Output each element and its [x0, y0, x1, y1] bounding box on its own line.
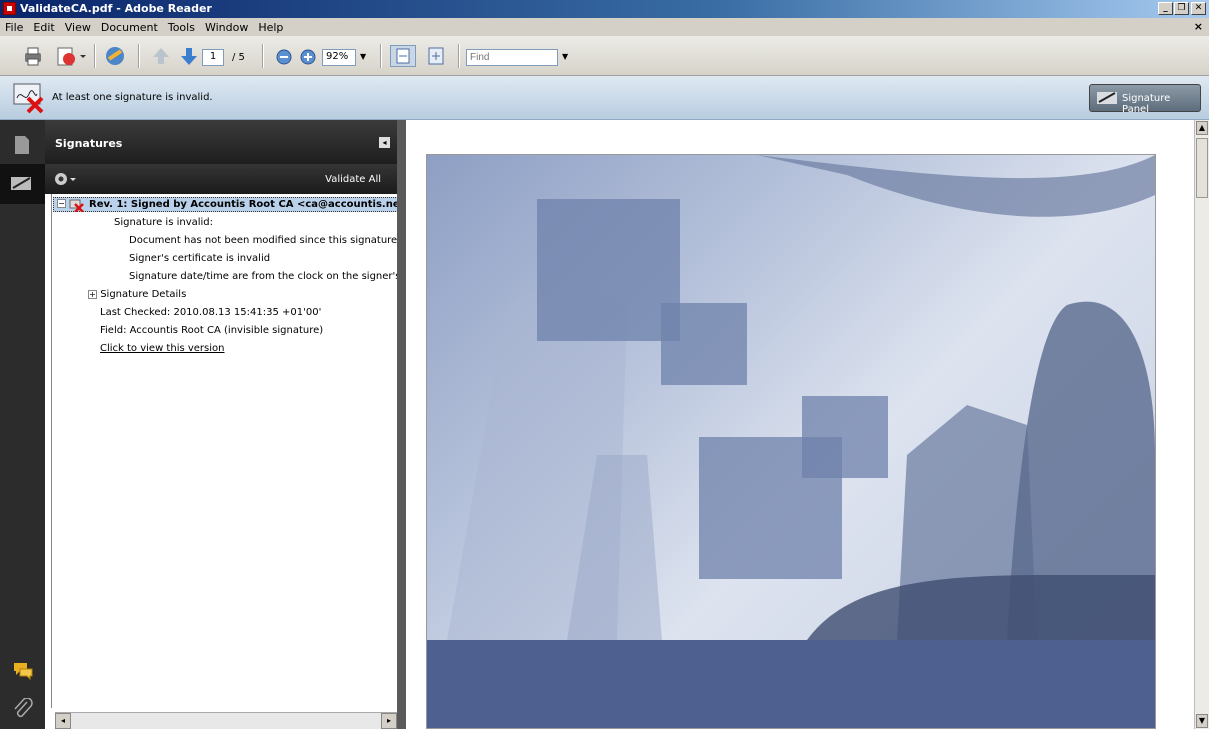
- scroll-down-icon[interactable]: ▼: [1196, 714, 1208, 728]
- signature-panel-label: Signature Panel: [1122, 93, 1171, 115]
- restore-button[interactable]: ❐: [1174, 2, 1189, 15]
- signatures-panel: Signatures ◂ Validate All − Rev. 1: Sign…: [45, 120, 397, 729]
- horizontal-scrollbar[interactable]: ◂ ▸: [55, 712, 397, 729]
- find-input[interactable]: [466, 49, 558, 66]
- menu-help[interactable]: Help: [253, 18, 288, 34]
- zoom-level-input[interactable]: 92%: [322, 49, 356, 66]
- zoom-in-icon[interactable]: [298, 45, 318, 67]
- menu-view[interactable]: View: [60, 18, 96, 34]
- menu-edit[interactable]: Edit: [28, 18, 59, 34]
- print-icon[interactable]: [22, 45, 44, 67]
- next-page-icon[interactable]: [178, 45, 200, 67]
- page-total: / 5: [232, 52, 245, 63]
- toolbar-separator: [458, 44, 460, 68]
- signatures-nav-button[interactable]: [0, 164, 45, 204]
- decorative-square: [802, 396, 888, 478]
- panel-toolbar: Validate All: [45, 164, 397, 194]
- panel-title: Signatures: [55, 137, 123, 150]
- signature-panel-button[interactable]: Signature Panel: [1089, 84, 1201, 115]
- scroll-up-icon[interactable]: ▲: [1196, 121, 1208, 135]
- validate-all-button[interactable]: Validate All: [325, 174, 381, 185]
- collaborate-icon[interactable]: [104, 45, 128, 67]
- scroll-thumb[interactable]: [1196, 138, 1208, 198]
- minimize-button[interactable]: _: [1158, 2, 1173, 15]
- scroll-right-icon[interactable]: ▸: [381, 713, 397, 729]
- signature-pen-icon: [1096, 90, 1120, 109]
- menu-window[interactable]: Window: [200, 18, 253, 34]
- expand-toggle-icon[interactable]: +: [88, 289, 97, 299]
- signature-field: Field: Accountis Root CA (invisible sign…: [100, 325, 324, 336]
- pages-icon[interactable]: [12, 134, 32, 156]
- menu-bar: File Edit View Document Tools Window Help ×: [0, 18, 1209, 36]
- signature-status-text: At least one signature is invalid.: [52, 92, 213, 103]
- adobe-reader-icon: [3, 2, 16, 15]
- detail-item: Signature date/time are from the clock o…: [129, 271, 397, 282]
- fit-page-icon[interactable]: [424, 45, 450, 67]
- signature-details-label: Signature Details: [100, 289, 187, 300]
- navigation-strip: [0, 120, 45, 729]
- title-bar: ValidateCA.pdf - Adobe Reader _ ❐ ✕: [0, 0, 1209, 18]
- view-version-link[interactable]: Click to view this version: [100, 343, 224, 354]
- toolbar-separator: [138, 44, 140, 68]
- panel-splitter[interactable]: [397, 120, 406, 729]
- create-pdf-icon[interactable]: [56, 45, 86, 67]
- last-checked: Last Checked: 2010.08.13 15:41:35 +01'00…: [100, 307, 322, 318]
- close-document-icon[interactable]: ×: [1194, 20, 1203, 33]
- previous-page-icon[interactable]: [150, 45, 172, 67]
- invalid-signature-icon: [69, 198, 85, 215]
- cover-band: [427, 640, 1155, 728]
- signature-revision-row[interactable]: − Rev. 1: Signed by Accountis Root CA <c…: [53, 197, 397, 215]
- menu-tools[interactable]: Tools: [163, 18, 200, 34]
- menu-document[interactable]: Document: [96, 18, 163, 34]
- page-number-input[interactable]: 1: [202, 49, 224, 66]
- zoom-dropdown-icon[interactable]: ▼: [360, 52, 372, 74]
- toolbar: 1 / 5 92% ▼ ▼: [0, 36, 1209, 76]
- signature-status: Signature is invalid:: [114, 217, 214, 228]
- toolbar-separator: [262, 44, 264, 68]
- toolbar-separator: [94, 44, 96, 68]
- close-button[interactable]: ✕: [1191, 2, 1206, 15]
- pdf-page: [426, 154, 1156, 729]
- document-message-bar: At least one signature is invalid. Signa…: [0, 76, 1209, 120]
- detail-item: Signer's certificate is invalid: [129, 253, 271, 264]
- toolbar-separator: [380, 44, 382, 68]
- window-title: ValidateCA.pdf - Adobe Reader: [20, 2, 212, 15]
- collapse-panel-button[interactable]: ◂: [379, 137, 390, 148]
- detail-item: Document has not been modified since thi…: [129, 235, 397, 246]
- menu-file[interactable]: File: [0, 18, 28, 34]
- decorative-square: [537, 199, 680, 341]
- signature-details-row[interactable]: + Signature Details: [88, 289, 186, 300]
- invalid-signature-icon: [12, 82, 46, 114]
- comments-icon[interactable]: [12, 660, 34, 681]
- collapse-toggle-icon[interactable]: −: [57, 199, 66, 208]
- document-view[interactable]: [406, 120, 1194, 729]
- cover-image: [427, 155, 1155, 640]
- attachments-icon[interactable]: [12, 697, 34, 720]
- find-dropdown-icon[interactable]: ▼: [562, 52, 574, 74]
- decorative-square: [661, 303, 747, 385]
- signatures-icon: [10, 174, 34, 197]
- scroll-left-icon[interactable]: ◂: [55, 713, 71, 729]
- vertical-scrollbar[interactable]: ▲ ▼: [1194, 120, 1209, 729]
- signature-tree: − Rev. 1: Signed by Accountis Root CA <c…: [51, 194, 397, 708]
- fit-width-icon[interactable]: [390, 45, 416, 67]
- panel-header: Signatures ◂: [45, 120, 397, 164]
- options-gear-icon[interactable]: [53, 171, 77, 190]
- zoom-out-icon[interactable]: [274, 45, 294, 67]
- revision-label: Rev. 1: Signed by Accountis Root CA <ca@…: [89, 199, 397, 210]
